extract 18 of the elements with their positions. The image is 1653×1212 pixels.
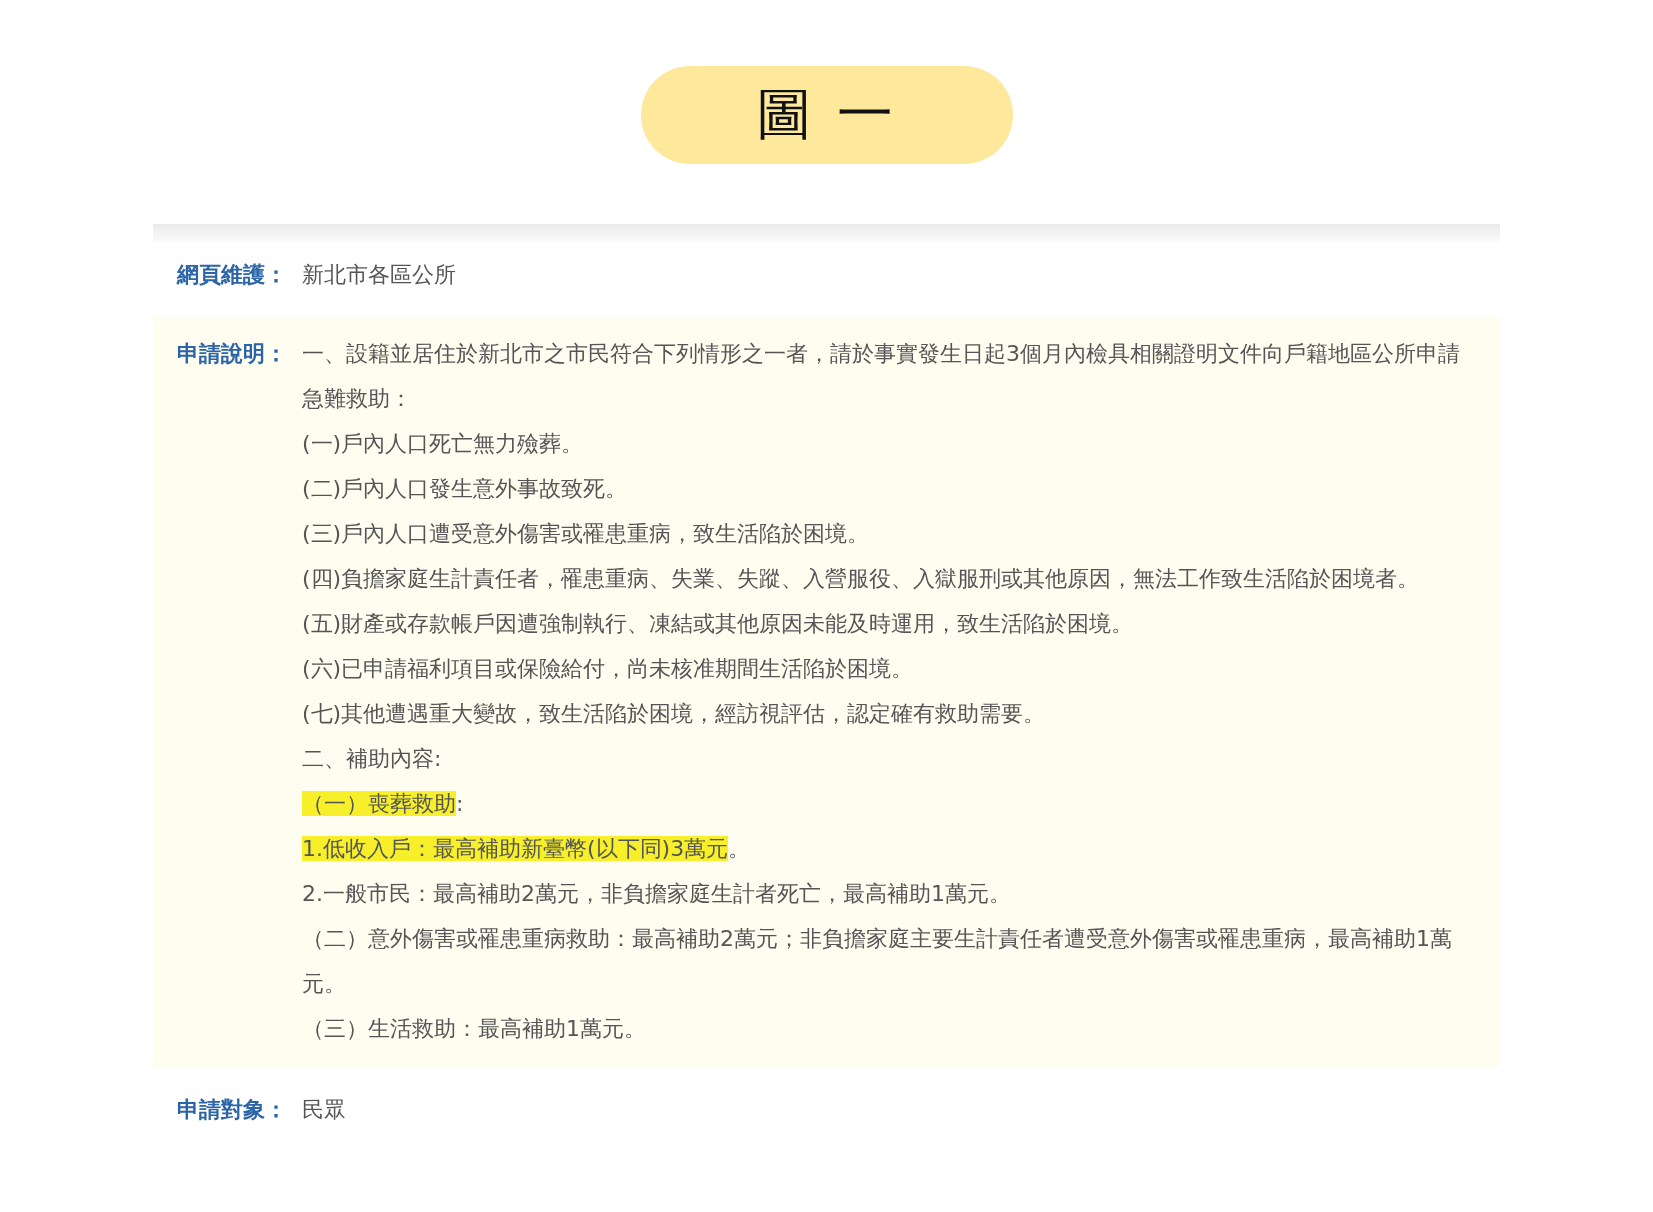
field-label: 網頁維護： xyxy=(177,261,288,289)
field-text: 二、補助內容: xyxy=(302,745,443,773)
field-text: (三)戶內人口遭受意外傷害或罹患重病，致生活陷於困境。 xyxy=(302,520,871,548)
field-text: (一)戶內人口死亡無力殮葬。 xyxy=(302,430,585,458)
field-text: 一、設籍並居住於新北市之市民符合下列情形之一者，請於事實發生日起3個月內檢具相關證明文件向戶籍地區公所申請急難救助： xyxy=(302,340,1461,413)
field-text: 民眾 xyxy=(302,1096,347,1124)
field-text: (六)已申請福利項目或保險給付，尚未核准期間生活陷於困境。 xyxy=(302,655,915,683)
field-text: (二)戶內人口發生意外事故致死。 xyxy=(302,475,629,503)
field-text: (七)其他遭遇重大變故，致生活陷於困境，經訪視評估，認定確有救助需要。 xyxy=(302,700,1047,728)
field-text: （三）生活救助：最高補助1萬元。 xyxy=(302,1015,647,1043)
field-text: (四)負擔家庭生計責任者，罹患重病、失業、失蹤、入營服役、入獄服刑或其他原因，無法工作致生活陷於困境者。 xyxy=(302,565,1421,593)
field-label: 申請對象： xyxy=(177,1096,288,1124)
field-text: 2.一般市民：最高補助2萬元，非負擔家庭生計者死亡，最高補助1萬元。 xyxy=(302,880,1012,908)
field-text: （二）意外傷害或罹患重病救助：最高補助2萬元；非負擔家庭主要生計責任者遭受意外傷害或罹患重病，最高補助1萬元。 xyxy=(302,925,1453,998)
field-text: 新北市各區公所 xyxy=(302,261,457,289)
figure-title: 圖 一 xyxy=(640,66,1013,164)
field-text: (五)財產或存款帳戶因遭強制執行、凍結或其他原因未能及時運用，致生活陷於困境。 xyxy=(302,610,1135,638)
field-label: 申請說明： xyxy=(177,340,288,368)
